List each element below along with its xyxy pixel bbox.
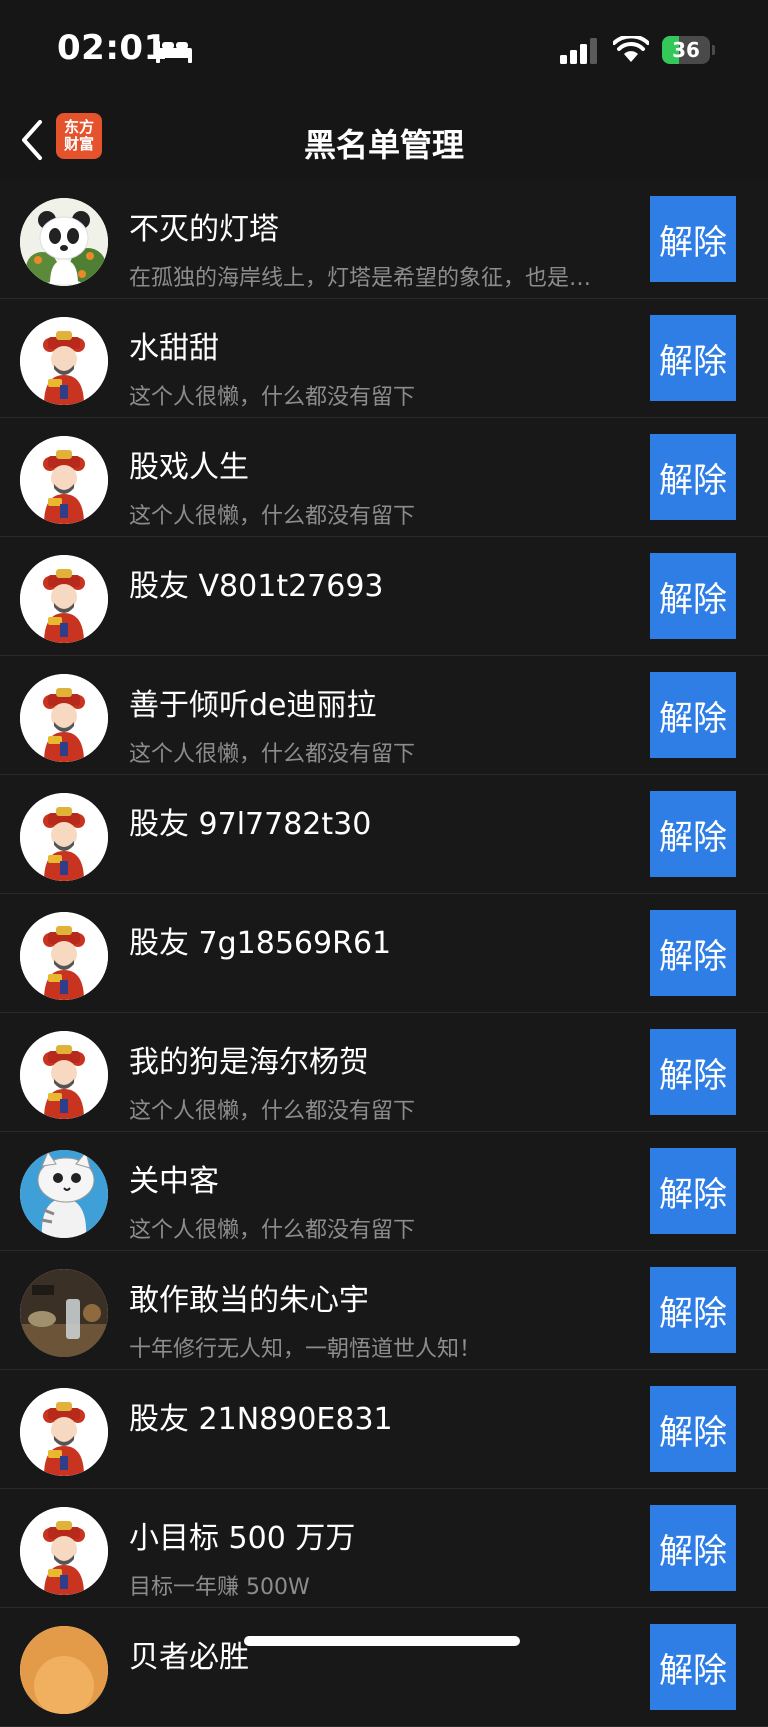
nav-bar: 东方 财富 黑名单管理 bbox=[0, 100, 768, 180]
user-signature: 在孤独的海岸线上，灯塔是希望的象征，也是… bbox=[129, 266, 592, 291]
fortune-god-avatar[interactable] bbox=[20, 317, 108, 405]
blocked-user-row[interactable]: 股友 7g18569R61 解除 bbox=[0, 894, 768, 1013]
battery-icon: 36 bbox=[662, 36, 715, 64]
blocked-user-row[interactable]: 股友 97l7782t30 解除 bbox=[0, 775, 768, 894]
unblock-button[interactable]: 解除 bbox=[650, 315, 736, 401]
blocked-user-row[interactable]: 水甜甜这个人很懒，什么都没有留下 解除 bbox=[0, 299, 768, 418]
user-name: 不灭的灯塔 bbox=[129, 212, 279, 247]
fortune-god-avatar[interactable] bbox=[20, 1507, 108, 1595]
cartoon-cat-avatar[interactable] bbox=[20, 1150, 108, 1238]
unblock-button[interactable]: 解除 bbox=[650, 1624, 736, 1710]
user-name: 股友 7g18569R61 bbox=[129, 926, 392, 961]
blocked-user-row[interactable]: 不灭的灯塔在孤独的海岸线上，灯塔是希望的象征，也是… 解除 bbox=[0, 180, 768, 299]
unblock-button[interactable]: 解除 bbox=[650, 1267, 736, 1353]
wifi-icon bbox=[613, 36, 649, 62]
unblock-button[interactable]: 解除 bbox=[650, 1029, 736, 1115]
user-name: 敢作敢当的朱心宇 bbox=[129, 1283, 369, 1318]
orange-avatar[interactable] bbox=[20, 1626, 108, 1714]
blocked-user-row[interactable]: 我的狗是海尔杨贺这个人很懒，什么都没有留下 解除 bbox=[0, 1013, 768, 1132]
user-name: 小目标 500 万万 bbox=[129, 1521, 356, 1556]
user-name: 股友 V801t27693 bbox=[129, 569, 384, 604]
fortune-god-avatar[interactable] bbox=[20, 436, 108, 524]
blocked-user-row[interactable]: 敢作敢当的朱心宇十年修行无人知，一朝悟道世人知！ 解除 bbox=[0, 1251, 768, 1370]
blocked-user-row[interactable]: 小目标 500 万万目标一年赚 500W 解除 bbox=[0, 1489, 768, 1608]
blocked-user-row[interactable]: 关中客这个人很懒，什么都没有留下 解除 bbox=[0, 1132, 768, 1251]
user-name: 水甜甜 bbox=[129, 331, 219, 366]
user-name: 股戏人生 bbox=[129, 450, 249, 485]
home-indicator[interactable] bbox=[244, 1636, 520, 1646]
unblock-button[interactable]: 解除 bbox=[650, 1148, 736, 1234]
user-signature: 这个人很懒，什么都没有留下 bbox=[129, 1099, 416, 1124]
blocked-user-row[interactable]: 股友 21N890E831 解除 bbox=[0, 1370, 768, 1489]
user-name: 股友 97l7782t30 bbox=[129, 807, 372, 842]
unblock-button[interactable]: 解除 bbox=[650, 553, 736, 639]
status-time: 02:01 bbox=[57, 28, 168, 68]
user-signature: 这个人很懒，什么都没有留下 bbox=[129, 504, 416, 529]
blocked-user-row[interactable]: 善于倾听de迪丽拉这个人很懒，什么都没有留下 解除 bbox=[0, 656, 768, 775]
user-name: 股友 21N890E831 bbox=[129, 1402, 393, 1437]
unblock-button[interactable]: 解除 bbox=[650, 434, 736, 520]
user-name: 贝者必胜 bbox=[129, 1640, 249, 1675]
unblock-button[interactable]: 解除 bbox=[650, 1505, 736, 1591]
user-signature: 这个人很懒，什么都没有留下 bbox=[129, 385, 416, 410]
fortune-god-avatar[interactable] bbox=[20, 793, 108, 881]
fortune-god-avatar[interactable] bbox=[20, 1031, 108, 1119]
bed-icon bbox=[156, 41, 192, 63]
user-name: 我的狗是海尔杨贺 bbox=[129, 1045, 369, 1080]
signal-icon bbox=[560, 38, 597, 64]
blocked-user-row[interactable]: 股友 V801t27693 解除 bbox=[0, 537, 768, 656]
blocked-user-list: 不灭的灯塔 在孤独的海岸线上，灯塔是希望的象征，也是… 解除 水甜甜 这个人很懒，什么都… bbox=[0, 180, 768, 1727]
user-signature: 十年修行无人知，一朝悟道世人知！ bbox=[129, 1337, 482, 1362]
battery-level: 36 bbox=[672, 38, 700, 62]
blocked-user-row[interactable]: 贝者必胜 解除 bbox=[0, 1608, 768, 1727]
user-signature: 这个人很懒，什么都没有留下 bbox=[129, 1218, 416, 1243]
unblock-button[interactable]: 解除 bbox=[650, 1386, 736, 1472]
user-signature: 这个人很懒，什么都没有留下 bbox=[129, 742, 416, 767]
user-signature: 目标一年赚 500W bbox=[129, 1575, 310, 1600]
user-name: 善于倾听de迪丽拉 bbox=[129, 688, 377, 723]
unblock-button[interactable]: 解除 bbox=[650, 196, 736, 282]
unblock-button[interactable]: 解除 bbox=[650, 791, 736, 877]
fortune-god-avatar[interactable] bbox=[20, 674, 108, 762]
page-title: 黑名单管理 bbox=[303, 126, 464, 164]
fortune-god-avatar[interactable] bbox=[20, 912, 108, 1000]
blocked-user-row[interactable]: 股戏人生这个人很懒，什么都没有留下 解除 bbox=[0, 418, 768, 537]
fortune-god-avatar[interactable] bbox=[20, 555, 108, 643]
user-name: 关中客 bbox=[129, 1164, 219, 1199]
status-bar: 02:01 36 bbox=[0, 0, 768, 100]
unblock-button[interactable]: 解除 bbox=[650, 910, 736, 996]
photo-avatar[interactable] bbox=[20, 1269, 108, 1357]
unblock-button[interactable]: 解除 bbox=[650, 672, 736, 758]
panda-avatar[interactable] bbox=[20, 198, 108, 286]
fortune-god-avatar[interactable] bbox=[20, 1388, 108, 1476]
